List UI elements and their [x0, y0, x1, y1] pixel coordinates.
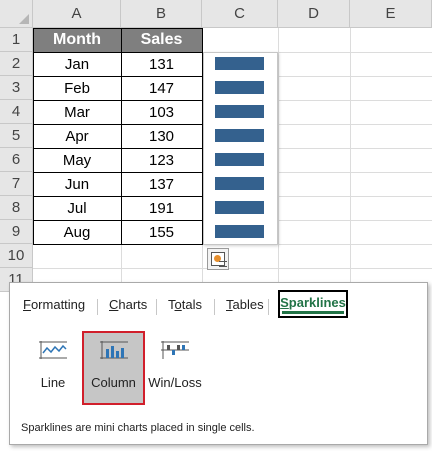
row-header-5[interactable]: 5	[0, 124, 33, 148]
gridline	[33, 268, 432, 269]
sparkline-option-line-label: Line	[40, 375, 66, 390]
sparkline-option-winloss[interactable]: Win/Loss	[144, 331, 206, 405]
winloss-sparkline-icon	[161, 341, 189, 359]
gridline	[350, 28, 351, 290]
data-table-border	[33, 148, 203, 149]
quick-analysis-tabs: Formatting Charts Totals Tables Sparklin…	[10, 289, 427, 319]
data-table-border	[33, 124, 203, 125]
tab-sparklines[interactable]: Sparklines	[278, 290, 348, 318]
select-all-corner[interactable]	[0, 0, 33, 28]
quick-analysis-icon-lines	[219, 261, 227, 267]
data-table-border	[33, 172, 203, 173]
data-table-border	[33, 100, 203, 101]
tab-separator	[268, 299, 269, 315]
row-header-8[interactable]: 8	[0, 196, 33, 220]
sparkline-column-bar	[215, 105, 264, 118]
tab-formatting-label: Formatting	[23, 297, 86, 312]
row-header-6[interactable]: 6	[0, 148, 33, 172]
tab-totals[interactable]: Totals	[168, 297, 202, 312]
sparklines-description: Sparklines are mini charts placed in sin…	[21, 422, 255, 434]
spreadsheet-grid: A B C D E 1 2 3 4 5 6 7 8 9 10 11 Month …	[0, 0, 432, 292]
sparkline-option-line[interactable]: Line	[22, 331, 84, 405]
column-header-c[interactable]: C	[202, 0, 278, 28]
gridline	[278, 28, 279, 290]
quick-analysis-button[interactable]	[207, 248, 229, 270]
tab-formatting[interactable]: Formatting	[23, 297, 85, 312]
data-table-border	[33, 76, 203, 77]
column-header-b[interactable]: B	[121, 0, 202, 28]
sparkline-option-winloss-label: Win/Loss	[148, 375, 202, 390]
tab-tables[interactable]: Tables	[226, 297, 264, 312]
tab-separator	[156, 299, 157, 315]
data-table-border	[33, 196, 203, 197]
sparkline-option-column[interactable]: Column	[82, 331, 145, 405]
sparkline-column-bar	[215, 57, 264, 70]
row-header-7[interactable]: 7	[0, 172, 33, 196]
row-header-4[interactable]: 4	[0, 100, 33, 124]
row-header-2[interactable]: 2	[0, 52, 33, 76]
row-header-3[interactable]: 3	[0, 76, 33, 100]
data-table-border	[33, 220, 203, 221]
row-header-1[interactable]: 1	[0, 28, 33, 52]
sparkline-option-column-label: Column	[91, 375, 136, 390]
sparkline-column-bar	[215, 201, 264, 214]
column-header-d[interactable]: D	[278, 0, 350, 28]
column-sparkline-icon	[100, 341, 128, 359]
tab-sparklines-label: Sparklines	[280, 294, 346, 314]
data-table-border	[121, 28, 122, 245]
column-header-a[interactable]: A	[33, 0, 121, 28]
select-all-triangle-icon	[19, 14, 29, 24]
row-header-9[interactable]: 9	[0, 220, 33, 244]
tab-separator	[97, 299, 98, 315]
tab-totals-label: Totals	[168, 297, 202, 312]
line-sparkline-icon	[39, 341, 67, 359]
quick-analysis-icon	[211, 252, 227, 267]
tab-tables-label: Tables	[226, 297, 264, 312]
sparkline-column-bar	[215, 81, 264, 94]
sparkline-column-bar	[215, 177, 264, 190]
sparkline-column-bar	[215, 153, 264, 166]
row-header-10[interactable]: 10	[0, 244, 33, 268]
column-header-e[interactable]: E	[350, 0, 432, 28]
tab-separator	[214, 299, 215, 315]
quick-analysis-panel: Formatting Charts Totals Tables Sparklin…	[9, 282, 428, 445]
sparkline-column-bar	[215, 225, 264, 238]
tab-charts[interactable]: Charts	[109, 297, 147, 312]
data-table-border	[33, 52, 203, 53]
tab-charts-label: Charts	[109, 297, 148, 312]
data-table-border	[33, 28, 203, 245]
sparkline-column-bar	[215, 129, 264, 142]
